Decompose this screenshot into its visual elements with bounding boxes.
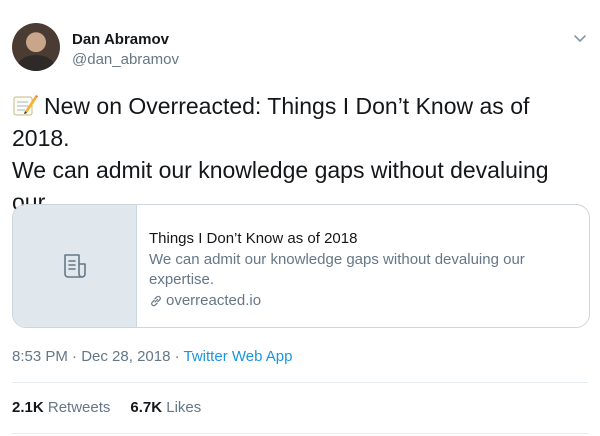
tweet: Dan Abramov @dan_abramov New on Overreac…	[0, 0, 600, 436]
tweet-text-line-1: New on Overreacted: Things I Don’t Know …	[12, 90, 588, 154]
likes-label: Likes	[166, 399, 202, 416]
memo-icon	[13, 95, 38, 116]
chevron-down-icon[interactable]	[572, 30, 588, 46]
divider	[12, 433, 588, 434]
retweets-stat[interactable]: 2.1K Retweets	[12, 399, 110, 416]
card-description-line-2: expertise.	[149, 271, 215, 288]
avatar[interactable]	[12, 23, 60, 71]
card-thumbnail	[13, 205, 137, 327]
tweet-meta: 8:53 PM · Dec 28, 2018 · Twitter Web App	[12, 348, 292, 365]
card-description-line-1: We can admit our knowledge gaps without …	[149, 251, 525, 268]
retweets-count: 2.1K	[12, 399, 44, 416]
retweets-label: Retweets	[47, 399, 111, 416]
card-title: Things I Don’t Know as of 2018	[149, 230, 358, 247]
likes-count: 6.7K	[130, 399, 163, 416]
divider	[12, 382, 588, 383]
author-handle[interactable]: @dan_abramov	[72, 51, 179, 68]
source-app-link[interactable]: Twitter Web App	[184, 348, 293, 365]
meta-separator: ·	[170, 348, 184, 365]
tweet-date[interactable]: Dec 28, 2018	[81, 348, 170, 365]
tweet-stats: 2.1K Retweets 6.7K Likes	[12, 399, 201, 416]
tweet-time[interactable]: 8:53 PM	[12, 348, 68, 365]
meta-separator: ·	[67, 348, 82, 365]
link-card[interactable]: Things I Don’t Know as of 2018 We can ad…	[12, 204, 590, 328]
card-description: We can admit our knowledge gaps without …	[149, 250, 577, 290]
link-icon	[151, 295, 161, 307]
card-body: Things I Don’t Know as of 2018 We can ad…	[137, 205, 589, 327]
likes-stat[interactable]: 6.7K Likes	[130, 399, 201, 416]
author-name[interactable]: Dan Abramov	[72, 31, 169, 48]
card-domain-text: overreacted.io	[166, 292, 262, 309]
document-icon	[63, 254, 86, 278]
tweet-text-content-1: New on Overreacted: Things I Don’t Know …	[12, 93, 530, 151]
card-domain: overreacted.io	[149, 291, 577, 311]
